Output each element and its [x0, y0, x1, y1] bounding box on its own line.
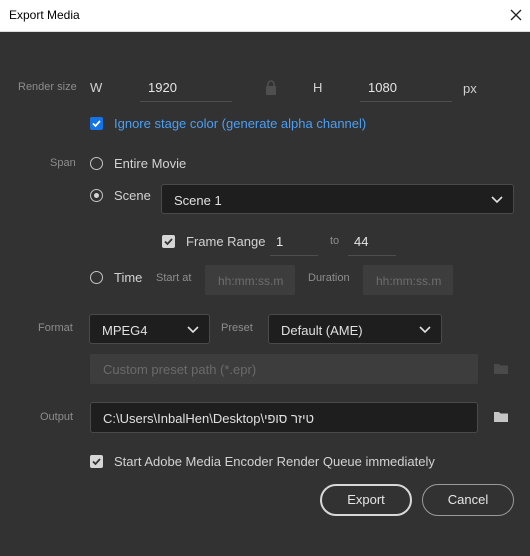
format-select[interactable]: MPEG4 — [89, 314, 210, 344]
custom-preset-placeholder: Custom preset path (*.epr) — [103, 362, 257, 377]
output-path-value: C:\Users\InbalHen\Desktop\טיזר סופי — [103, 411, 314, 426]
start-at-label: Start at — [156, 272, 192, 284]
folder-icon — [494, 364, 508, 374]
span-label: Span — [50, 157, 76, 169]
duration-placeholder: hh:mm:ss.m — [376, 274, 442, 288]
preset-select[interactable]: Default (AME) — [268, 314, 442, 344]
preset-select-value: Default (AME) — [281, 323, 363, 338]
checkmark-icon — [92, 458, 101, 466]
frame-to-input[interactable]: 44 — [354, 234, 368, 249]
height-input[interactable]: 1080 — [368, 80, 397, 95]
lock-aspect-button[interactable] — [265, 80, 277, 96]
ignore-stage-checkbox[interactable] — [90, 117, 103, 130]
frame-from-underline — [270, 255, 318, 256]
width-input[interactable]: 1920 — [148, 80, 177, 95]
frame-range-label: Frame Range — [186, 234, 266, 249]
render-size-label: Render size — [18, 81, 77, 93]
chevron-down-icon — [187, 326, 199, 334]
preset-label: Preset — [221, 322, 253, 334]
browse-preset-button[interactable] — [493, 362, 509, 375]
start-ame-label[interactable]: Start Adobe Media Encoder Render Queue i… — [114, 454, 435, 469]
unit-label: px — [463, 81, 477, 96]
chevron-down-icon — [419, 326, 431, 334]
duration-input[interactable]: hh:mm:ss.m — [363, 265, 453, 295]
custom-preset-path-input[interactable]: Custom preset path (*.epr) — [90, 354, 478, 384]
time-radio[interactable] — [90, 271, 103, 284]
output-label: Output — [40, 411, 74, 423]
frame-from-input[interactable]: 1 — [276, 234, 283, 249]
start-at-placeholder: hh:mm:ss.m — [218, 274, 284, 288]
export-button[interactable]: Export — [320, 484, 412, 516]
frame-to-underline — [348, 255, 396, 256]
close-button[interactable] — [506, 5, 526, 25]
height-label: H — [313, 80, 323, 95]
ignore-stage-label[interactable]: Ignore stage color (generate alpha chann… — [114, 116, 366, 131]
folder-icon — [494, 412, 508, 422]
scene-label[interactable]: Scene — [114, 188, 151, 203]
width-underline — [140, 101, 232, 102]
start-at-input[interactable]: hh:mm:ss.m — [205, 265, 295, 295]
scene-select-value: Scene 1 — [174, 193, 222, 208]
format-select-value: MPEG4 — [102, 323, 148, 338]
scene-select[interactable]: Scene 1 — [161, 184, 514, 214]
frame-range-checkbox[interactable] — [162, 235, 175, 248]
close-icon — [510, 9, 522, 21]
lock-icon — [266, 80, 276, 95]
checkmark-icon — [164, 238, 173, 246]
entire-movie-radio[interactable] — [90, 157, 103, 170]
height-underline — [360, 101, 452, 102]
chevron-down-icon — [491, 196, 503, 204]
time-label[interactable]: Time — [114, 270, 142, 285]
entire-movie-label[interactable]: Entire Movie — [114, 156, 186, 171]
output-path-input[interactable]: C:\Users\InbalHen\Desktop\טיזר סופי — [90, 402, 478, 433]
checkmark-icon — [92, 120, 101, 128]
duration-label: Duration — [308, 272, 350, 284]
start-ame-checkbox[interactable] — [90, 455, 103, 468]
to-label: to — [330, 235, 340, 247]
cancel-button[interactable]: Cancel — [422, 484, 514, 516]
scene-radio[interactable] — [90, 189, 103, 202]
window-title: Export Media — [9, 8, 80, 22]
format-label: Format — [38, 322, 73, 334]
width-label: W — [90, 80, 103, 95]
browse-output-button[interactable] — [493, 410, 509, 423]
